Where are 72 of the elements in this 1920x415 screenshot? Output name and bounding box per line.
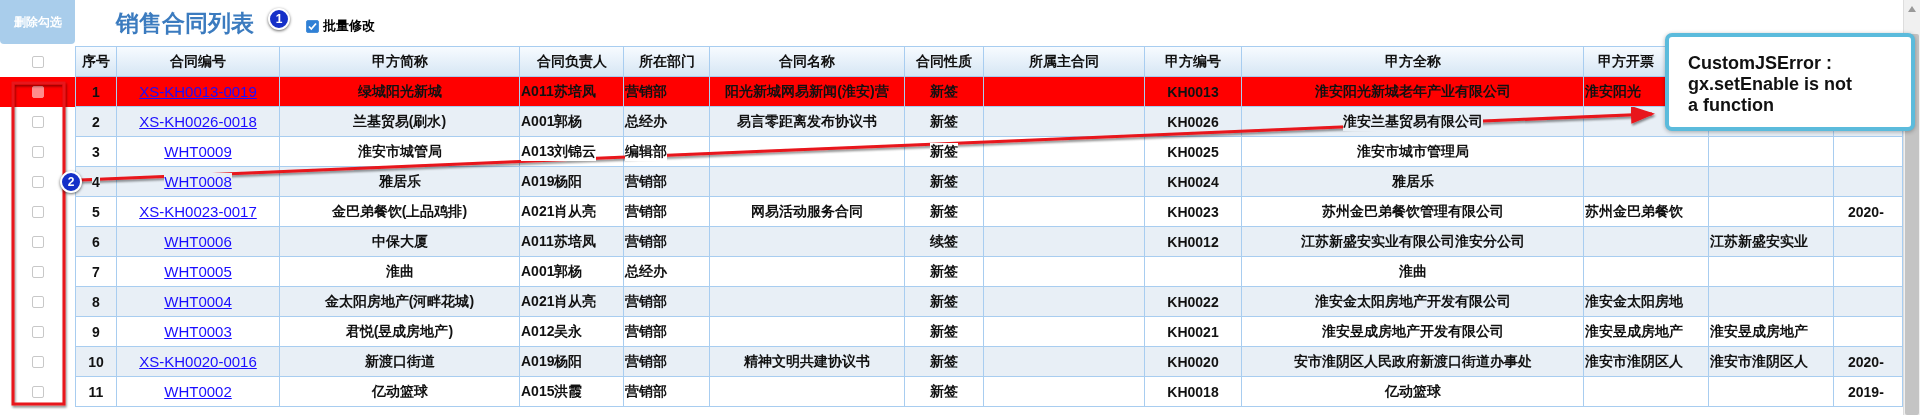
table-cell: 淮安市淮阴区人	[1710, 352, 1808, 371]
table-cell: 新渡口街道	[364, 352, 435, 371]
table-cell: A019杨阳	[521, 352, 583, 371]
table-cell: 新签	[930, 172, 958, 191]
table-cell: 雅居乐	[1391, 172, 1434, 191]
table-cell: 中保大厦	[371, 232, 428, 251]
table-cell: 营销部	[625, 202, 667, 221]
table-cell: 亿动篮球	[371, 382, 428, 401]
table-cell: 淮安昱成房地产	[1710, 322, 1808, 341]
table-cell: A001郭杨	[521, 112, 583, 131]
table-cell: 编辑部	[625, 142, 667, 161]
table-cell: 营销部	[625, 292, 667, 311]
table-cell: 亿动篮球	[1384, 382, 1441, 401]
table-cell: 苏州金巴弟餐饮	[1585, 202, 1683, 221]
table-cell: 江苏新盛安实业有限公司淮安分公司	[1300, 232, 1525, 251]
table-cell: 新签	[930, 112, 958, 131]
table-cell: 淮安市城市管理局	[1356, 142, 1469, 161]
table-cell: 营销部	[625, 322, 667, 341]
table-cell: 总经办	[625, 112, 667, 131]
table-cell: 营销部	[625, 382, 667, 401]
table-cell: A013刘锦云	[521, 142, 597, 161]
table-cell: 新签	[930, 202, 958, 221]
step-badge: 2	[60, 171, 82, 193]
table-cell: A021肖从亮	[521, 202, 597, 221]
table-cell: 淮曲	[385, 262, 414, 281]
table-cell: 易言零距离发布协议书	[737, 112, 877, 131]
table-cell: A011苏培凤	[521, 232, 596, 251]
table-cell: 新签	[930, 382, 958, 401]
table-cell: 总经办	[625, 262, 667, 281]
table-cell: 君悦(昱成房地产)	[345, 322, 454, 341]
table-cell: 新签	[930, 292, 958, 311]
table-cell: 新签	[930, 322, 958, 341]
table-cell: A021肖从亮	[521, 292, 597, 311]
table-cell: 淮安市城管局	[357, 142, 442, 161]
table-cell: 网易活动服务合同	[751, 202, 863, 221]
table-cell: A019杨阳	[521, 172, 583, 191]
table-cell: 新签	[930, 352, 958, 371]
table-cell: 金太阳房地产(河畔花城)	[324, 292, 475, 311]
table-cell: 淮安昱成房地产开发有限公司	[1321, 322, 1504, 341]
table-cell: 雅居乐	[378, 172, 421, 191]
table-cell: 淮安金太阳房地	[1585, 292, 1683, 311]
table-cell: 淮安金太阳房地产开发有限公司	[1314, 292, 1511, 311]
error-tooltip: CustomJSError : gx.setEnable is not a function	[1665, 33, 1915, 131]
table-cell: 金巴弟餐饮(上品鸡排)	[331, 202, 468, 221]
table-cell: 新签	[930, 82, 958, 101]
table-cell: 绿城阳光新城	[357, 82, 442, 101]
table-cell: 淮曲	[1398, 262, 1427, 281]
table-cell: 精神文明共建协议书	[744, 352, 870, 371]
table-cell: 安市淮阴区人民政府新渡口街道办事处	[1293, 352, 1532, 371]
table-cell: 营销部	[625, 172, 667, 191]
table-cell: 淮安兰基贸易有限公司	[1342, 112, 1483, 131]
step-badge: 1	[268, 8, 290, 30]
table-cell: 阳光新城网易新闻(淮安)营	[725, 82, 889, 101]
table-cell: 营销部	[625, 352, 667, 371]
table-cell: 新签	[930, 142, 958, 161]
table-cell: 续签	[930, 232, 958, 251]
table-cell: 淮安昱成房地产	[1585, 322, 1683, 341]
table-cell: 新签	[930, 262, 958, 281]
table-cell: A015洪霞	[521, 382, 583, 401]
table-cell: 江苏新盛安实业	[1710, 232, 1808, 251]
table-cell: 苏州金巴弟餐饮管理有限公司	[1321, 202, 1504, 221]
table-cell: A001郭杨	[521, 262, 583, 281]
table-cell: 淮安阳光新城老年产业有限公司	[1314, 82, 1511, 101]
table-cell: 淮安市淮阴区人	[1585, 352, 1683, 371]
table-cell: 营销部	[625, 232, 667, 251]
table-cell: 淮安阳光	[1585, 82, 1641, 101]
checkbox-label: 批量修改	[323, 17, 375, 35]
table-cell: A012吴永	[521, 322, 583, 341]
table-cell: 营销部	[625, 82, 667, 101]
page-title: 销售合同列表	[116, 8, 254, 38]
table-cell: 兰基贸易(刷水)	[352, 112, 447, 131]
table-cell: A011苏培凤	[521, 82, 596, 101]
